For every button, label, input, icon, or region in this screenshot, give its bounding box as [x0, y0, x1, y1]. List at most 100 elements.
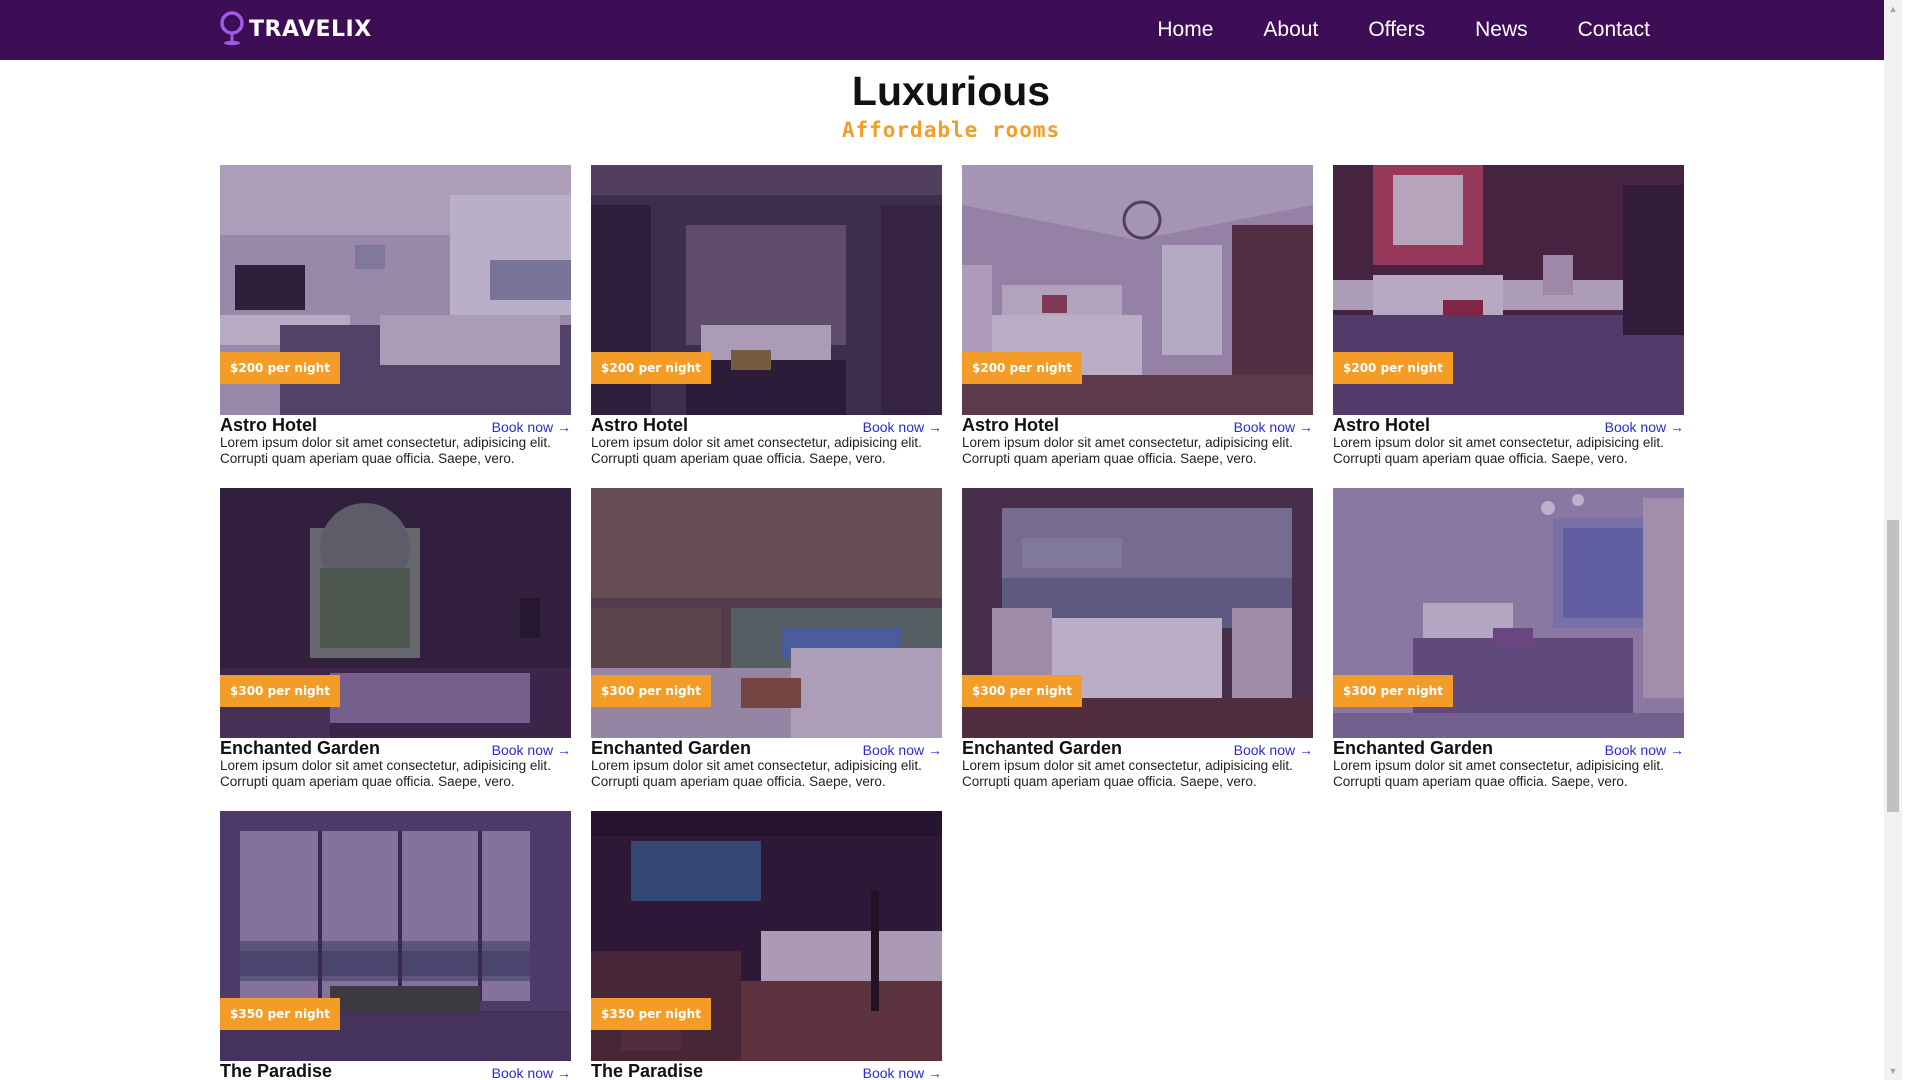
section-subtitle: Affordable rooms: [841, 118, 1061, 142]
description-line: Lorem ipsum dolor sit amet consectetur, …: [1333, 758, 1664, 773]
scroll-down-arrow-icon[interactable]: ▼: [1884, 1062, 1902, 1080]
description-line: Lorem ipsum dolor sit amet consectetur, …: [220, 758, 551, 773]
room-card: $200 per night Astro Hotel Book now → Lorem…: [962, 165, 1313, 488]
description-line: Corrupti quam aperiam quae officia. Saep…: [1333, 451, 1628, 466]
rooms-grid: $200 per night Astro Hotel Book now → Lorem…: [220, 165, 1684, 1080]
hotel-name: Astro Hotel: [591, 415, 689, 435]
section-title: Luxurious: [851, 68, 1051, 114]
nav-offers[interactable]: Offers: [1368, 18, 1425, 42]
room-card: $300 per night Enchanted Garden Book now →…: [591, 488, 942, 811]
description-line: Lorem ipsum dolor sit amet consectetur, …: [591, 758, 922, 773]
book-now-link[interactable]: Book now →: [863, 419, 942, 435]
card-description: Lorem ipsum dolor sit amet consectetur, …: [591, 435, 942, 467]
book-now-link[interactable]: Book now →: [492, 742, 571, 758]
logo[interactable]: TRAVELIX: [219, 11, 372, 47]
price-badge: $200 per night: [1333, 352, 1453, 384]
vertical-scrollbar[interactable]: ▲ ▼: [1884, 0, 1902, 1080]
description-line: Corrupti quam aperiam quae officia. Saep…: [591, 774, 886, 789]
card-description: Lorem ipsum dolor sit amet consectetur, …: [220, 435, 571, 467]
card-title-row: The Paradise Book now →: [591, 1061, 942, 1080]
description-line: Lorem ipsum dolor sit amet consectetur, …: [962, 758, 1293, 773]
book-now-link[interactable]: Book now →: [1605, 742, 1684, 758]
hotel-name: The Paradise: [591, 1061, 704, 1080]
room-card: $300 per night Enchanted Garden Book now →…: [1333, 488, 1684, 811]
card-title-row: Astro Hotel Book now →: [591, 415, 942, 437]
description-line: Corrupti quam aperiam quae officia. Saep…: [1333, 774, 1628, 789]
price-badge: $200 per night: [962, 352, 1082, 384]
description-line: Corrupti quam aperiam quae officia. Saep…: [591, 451, 886, 466]
room-photo[interactable]: $200 per night: [962, 165, 1313, 415]
nav-home[interactable]: Home: [1157, 18, 1213, 42]
card-title-row: Enchanted Garden Book now →: [591, 738, 942, 760]
book-now-link[interactable]: Book now →: [492, 1065, 571, 1080]
description-line: Lorem ipsum dolor sit amet consectetur, …: [591, 435, 922, 450]
room-card: $200 per night Astro Hotel Book now → Lorem…: [220, 165, 571, 488]
room-card: $300 per night Enchanted Garden Book now →…: [962, 488, 1313, 811]
room-photo[interactable]: $200 per night: [220, 165, 571, 415]
description-line: Corrupti quam aperiam quae officia. Saep…: [962, 451, 1257, 466]
hotel-name: Enchanted Garden: [591, 738, 752, 758]
price-badge: $200 per night: [591, 352, 711, 384]
card-title-row: The Paradise Book now →: [220, 1061, 571, 1080]
room-card: $300 per night Enchanted Garden Book now →…: [220, 488, 571, 811]
nav-news[interactable]: News: [1475, 18, 1528, 42]
description-line: Corrupti quam aperiam quae officia. Saep…: [220, 451, 515, 466]
price-badge: $350 per night: [220, 998, 340, 1030]
room-card: $200 per night Astro Hotel Book now → Lorem…: [1333, 165, 1684, 488]
book-now-link[interactable]: Book now →: [863, 742, 942, 758]
room-photo[interactable]: $200 per night: [591, 165, 942, 415]
card-title-row: Astro Hotel Book now →: [1333, 415, 1684, 437]
card-title-row: Enchanted Garden Book now →: [1333, 738, 1684, 760]
scrollbar-thumb[interactable]: [1887, 520, 1899, 812]
room-photo[interactable]: $300 per night: [962, 488, 1313, 738]
room-photo[interactable]: $200 per night: [1333, 165, 1684, 415]
hotel-name: Enchanted Garden: [220, 738, 381, 758]
room-card: $200 per night Astro Hotel Book now → Lorem…: [591, 165, 942, 488]
card-title-row: Enchanted Garden Book now →: [220, 738, 571, 760]
hotel-name: The Paradise: [220, 1061, 333, 1080]
hotel-name: Enchanted Garden: [1333, 738, 1494, 758]
description-line: Lorem ipsum dolor sit amet consectetur, …: [220, 435, 551, 450]
card-title-row: Astro Hotel Book now →: [962, 415, 1313, 437]
hotel-name: Astro Hotel: [1333, 415, 1431, 435]
description-line: Corrupti quam aperiam quae officia. Saep…: [220, 774, 515, 789]
description-line: Corrupti quam aperiam quae officia. Saep…: [962, 774, 1257, 789]
description-line: Lorem ipsum dolor sit amet consectetur, …: [962, 435, 1293, 450]
scroll-up-arrow-icon[interactable]: ▲: [1884, 0, 1902, 18]
room-photo[interactable]: $300 per night: [1333, 488, 1684, 738]
top-navbar: TRAVELIX Home About Offers News Contact: [0, 0, 1902, 60]
page: TRAVELIX Home About Offers News Contact …: [0, 0, 1902, 1080]
price-badge: $350 per night: [591, 998, 711, 1030]
book-now-link[interactable]: Book now →: [1605, 419, 1684, 435]
card-description: Lorem ipsum dolor sit amet consectetur, …: [962, 435, 1313, 467]
nav-about[interactable]: About: [1263, 18, 1318, 42]
card-description: Lorem ipsum dolor sit amet consectetur, …: [962, 758, 1313, 790]
main-nav: Home About Offers News Contact: [1107, 0, 1650, 60]
price-badge: $300 per night: [1333, 675, 1453, 707]
card-description: Lorem ipsum dolor sit amet consectetur, …: [1333, 435, 1684, 467]
book-now-link[interactable]: Book now →: [492, 419, 571, 435]
hotel-name: Astro Hotel: [220, 415, 318, 435]
room-photo[interactable]: $350 per night: [220, 811, 571, 1061]
card-description: Lorem ipsum dolor sit amet consectetur, …: [1333, 758, 1684, 790]
location-pin-icon: [220, 11, 244, 46]
room-photo[interactable]: $300 per night: [591, 488, 942, 738]
price-badge: $200 per night: [220, 352, 340, 384]
card-title-row: Astro Hotel Book now →: [220, 415, 571, 437]
room-photo[interactable]: $300 per night: [220, 488, 571, 738]
room-card: $350 per night The Paradise Book now →: [591, 811, 942, 1080]
card-title-row: Enchanted Garden Book now →: [962, 738, 1313, 760]
price-badge: $300 per night: [220, 675, 340, 707]
nav-contact[interactable]: Contact: [1578, 18, 1650, 42]
book-now-link[interactable]: Book now →: [1234, 742, 1313, 758]
price-badge: $300 per night: [962, 675, 1082, 707]
room-photo[interactable]: $350 per night: [591, 811, 942, 1061]
book-now-link[interactable]: Book now →: [1234, 419, 1313, 435]
logo-text: TRAVELIX: [249, 16, 372, 42]
hotel-name: Enchanted Garden: [962, 738, 1123, 758]
room-card: $350 per night The Paradise Book now →: [220, 811, 571, 1080]
card-description: Lorem ipsum dolor sit amet consectetur, …: [220, 758, 571, 790]
book-now-link[interactable]: Book now →: [863, 1065, 942, 1080]
hotel-name: Astro Hotel: [962, 415, 1060, 435]
card-description: Lorem ipsum dolor sit amet consectetur, …: [591, 758, 942, 790]
